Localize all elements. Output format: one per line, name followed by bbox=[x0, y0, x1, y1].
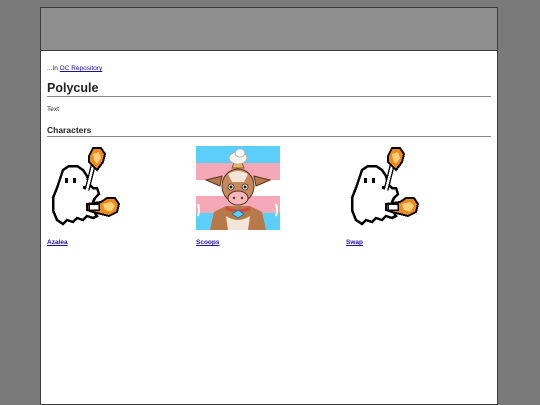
site-header bbox=[41, 8, 497, 51]
cow-icecream-portrait[interactable] bbox=[196, 146, 280, 230]
character-link-azalea[interactable]: Azalea bbox=[47, 239, 137, 246]
pixel-ghost-torch-icon[interactable] bbox=[47, 146, 131, 230]
main-content: ...In OC Repository Polycule Text Charac… bbox=[41, 65, 497, 256]
page-container: ...In OC Repository Polycule Text Charac… bbox=[40, 7, 498, 405]
page-body-text: Text bbox=[47, 106, 59, 113]
characters-heading: Characters bbox=[47, 125, 491, 137]
character-link-scoops[interactable]: Scoops bbox=[196, 239, 286, 246]
character-link-swap[interactable]: Swap bbox=[346, 239, 436, 246]
character-card-azalea[interactable]: Azalea bbox=[47, 146, 137, 246]
character-gallery: Azalea Scoops Swap bbox=[47, 146, 491, 256]
character-card-scoops[interactable]: Scoops bbox=[196, 146, 286, 246]
page-title: Polycule bbox=[47, 81, 491, 97]
character-card-swap[interactable]: Swap bbox=[346, 146, 436, 246]
breadcrumb-link[interactable]: OC Repository bbox=[60, 65, 103, 72]
breadcrumb-prefix: ...In bbox=[47, 65, 58, 72]
pixel-ghost-torch-icon[interactable] bbox=[346, 146, 430, 230]
breadcrumb: ...In OC Repository bbox=[47, 65, 491, 72]
